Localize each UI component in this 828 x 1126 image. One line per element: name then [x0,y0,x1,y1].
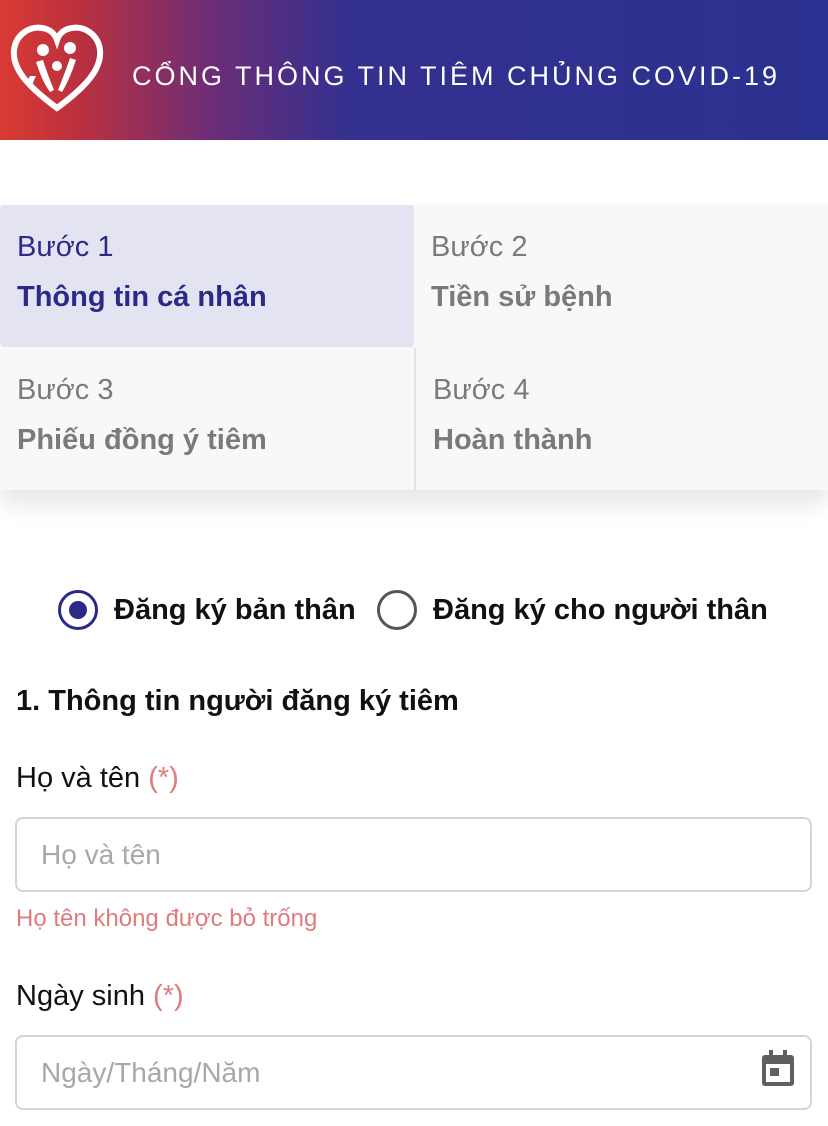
birth-date-label: Ngày sinh (*) [16,976,184,1016]
app-header: CỔNG THÔNG TIN TIÊM CHỦNG COVID-19 [0,0,828,140]
step-1-personal-info[interactable]: Bước 1 Thông tin cá nhân [0,205,414,347]
step-name: Thông tin cá nhân [17,281,267,313]
full-name-label: Họ và tên (*) [16,758,179,798]
step-number: Bước 4 [433,374,530,406]
heart-family-logo-icon[interactable] [10,24,104,112]
birth-date-input[interactable] [15,1035,812,1110]
birth-date-label-text: Ngày sinh [16,980,145,1012]
step-name: Phiếu đồng ý tiêm [17,424,267,456]
step-3-consent-form[interactable]: Bước 3 Phiếu đồng ý tiêm [0,348,414,490]
register-self-radio[interactable] [58,590,98,630]
register-relative-radio[interactable] [377,590,417,630]
step-4-complete[interactable]: Bước 4 Hoàn thành [414,348,828,490]
registration-type-group: Đăng ký bản thân Đăng ký cho người thân [0,586,828,634]
full-name-input[interactable] [15,817,812,892]
step-navigator: Bước 1 Thông tin cá nhân Bước 2 Tiền sử … [0,205,828,490]
header-title: CỔNG THÔNG TIN TIÊM CHỦNG COVID-19 [132,61,781,91]
step-name: Hoàn thành [433,424,593,456]
step-number: Bước 2 [431,231,528,263]
required-mark: (*) [148,762,179,794]
full-name-error: Họ tên không được bỏ trống [16,905,318,932]
section-title: 1. Thông tin người đăng ký tiêm [16,685,459,717]
required-mark: (*) [153,980,184,1012]
step-number: Bước 3 [17,374,114,406]
step-name: Tiền sử bệnh [431,281,613,313]
register-relative-label[interactable]: Đăng ký cho người thân [433,590,768,630]
step-2-medical-history[interactable]: Bước 2 Tiền sử bệnh [414,205,828,347]
full-name-label-text: Họ và tên [16,762,141,794]
step-number: Bước 1 [17,231,114,263]
register-self-label[interactable]: Đăng ký bản thân [114,590,356,630]
calendar-icon[interactable] [760,1049,796,1087]
